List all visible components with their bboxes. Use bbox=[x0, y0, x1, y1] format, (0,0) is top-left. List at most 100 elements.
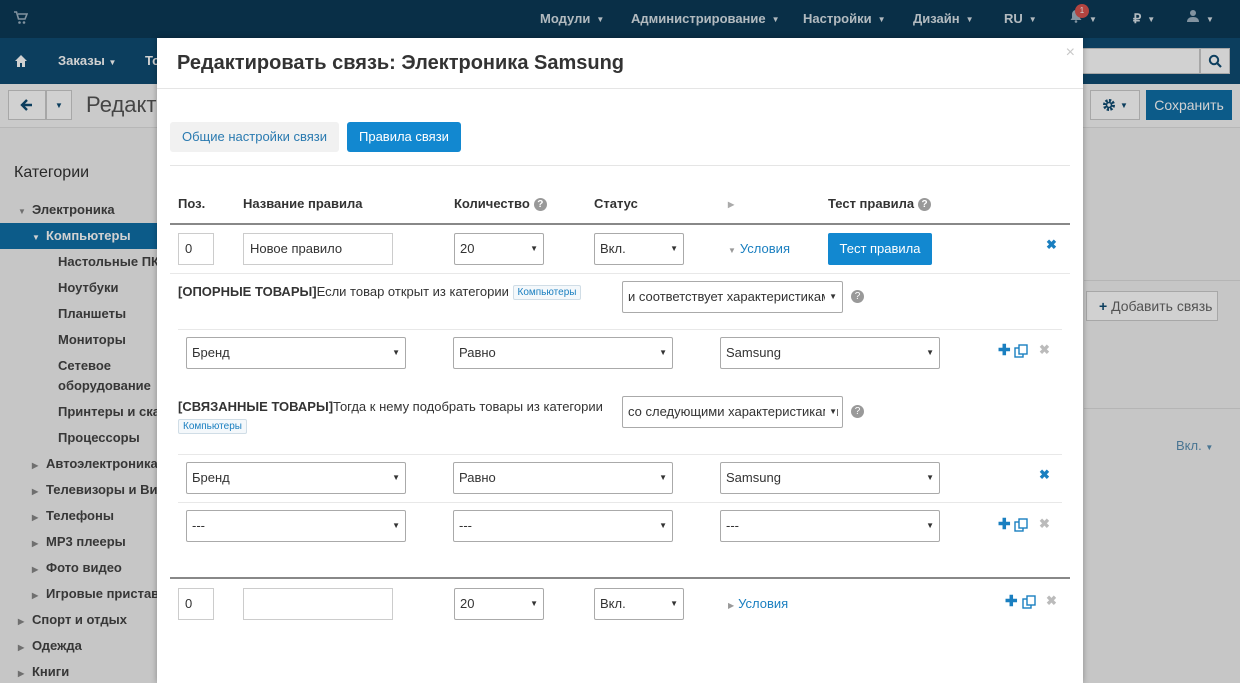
related-mode-select[interactable]: со следующими характеристиками ▼ bbox=[622, 396, 843, 428]
related-category-wrap: Компьютеры bbox=[178, 418, 247, 435]
rule-position-input[interactable]: 0 bbox=[178, 588, 214, 620]
copy-icon[interactable] bbox=[1014, 518, 1028, 535]
select-caret-icon: ▼ bbox=[530, 244, 538, 253]
help-icon[interactable]: ? bbox=[533, 198, 547, 212]
rule-status-select[interactable]: Вкл. ▼ bbox=[594, 233, 684, 265]
category-chip[interactable]: Компьютеры bbox=[512, 285, 582, 301]
plus-icon[interactable]: ✚ bbox=[1005, 592, 1018, 610]
copy-icon[interactable] bbox=[1014, 344, 1028, 361]
conditions-toggle[interactable]: ▼ Условия bbox=[728, 241, 790, 256]
column-quantity: Количество? bbox=[454, 196, 547, 212]
divider bbox=[157, 88, 1083, 89]
base-attribute-value: Бренд bbox=[192, 345, 230, 360]
divider bbox=[178, 502, 1062, 503]
tab-general-settings[interactable]: Общие настройки связи bbox=[170, 122, 340, 152]
related-value-select[interactable]: Samsung ▼ bbox=[720, 462, 940, 494]
caret-right-icon: ▶ bbox=[728, 601, 735, 610]
related-value-value: Samsung bbox=[726, 470, 781, 485]
base-goods-title: [ОПОРНЫЕ ТОВАРЫ] bbox=[178, 284, 317, 299]
divider bbox=[178, 329, 1062, 330]
delete-condition-icon[interactable]: ✖ bbox=[1039, 467, 1050, 483]
column-quantity-label: Количество bbox=[454, 196, 530, 211]
select-caret-icon: ▼ bbox=[392, 348, 400, 357]
divider bbox=[170, 273, 1070, 274]
conditions-label: Условия bbox=[739, 241, 790, 256]
modal-title: Редактировать связь: Электроника Samsung bbox=[177, 52, 625, 74]
related-attribute-value: Бренд bbox=[192, 470, 230, 485]
select-caret-icon: ▼ bbox=[670, 599, 678, 608]
related-mode-value: со следующими характеристиками bbox=[628, 404, 839, 419]
divider bbox=[170, 223, 1070, 225]
base-value-value: Samsung bbox=[726, 345, 781, 360]
select-caret-icon: ▼ bbox=[825, 397, 837, 427]
select-caret-icon: ▼ bbox=[659, 521, 667, 530]
base-attribute-select[interactable]: Бренд ▼ bbox=[186, 337, 406, 369]
base-goods-text: Если товар открыт из категории bbox=[316, 284, 509, 299]
related-attribute-value: --- bbox=[192, 518, 205, 533]
divider bbox=[178, 454, 1062, 455]
close-icon[interactable]: × bbox=[1066, 44, 1075, 62]
select-caret-icon: ▼ bbox=[659, 473, 667, 482]
help-icon[interactable]: ? bbox=[851, 405, 864, 418]
caret-down-icon: ▼ bbox=[728, 246, 736, 255]
base-goods-label: [ОПОРНЫЕ ТОВАРЫ]Если товар открыт из кат… bbox=[178, 284, 582, 301]
related-attribute-select[interactable]: Бренд ▼ bbox=[186, 462, 406, 494]
plus-icon[interactable]: ✚ bbox=[998, 341, 1011, 359]
rule-status-value: Вкл. bbox=[600, 596, 626, 611]
rule-quantity-value: 20 bbox=[460, 596, 475, 611]
base-operator-select[interactable]: Равно ▼ bbox=[453, 337, 673, 369]
column-rule-name: Название правила bbox=[243, 196, 363, 211]
select-caret-icon: ▼ bbox=[670, 244, 678, 253]
related-value-select-empty[interactable]: --- ▼ bbox=[720, 510, 940, 542]
rule-status-select[interactable]: Вкл. ▼ bbox=[594, 588, 684, 620]
column-test-rule-label: Тест правила bbox=[828, 196, 915, 211]
caret-right-icon[interactable]: ▶ bbox=[728, 200, 734, 209]
base-mode-value: и соответствует характеристикам bbox=[628, 289, 831, 304]
related-operator-value: --- bbox=[459, 518, 472, 533]
base-mode-select[interactable]: и соответствует характеристикам ▼ bbox=[622, 281, 843, 313]
column-position: Поз. bbox=[178, 196, 206, 211]
help-icon[interactable]: ? bbox=[851, 290, 864, 303]
delete-condition-icon[interactable]: ✖ bbox=[1039, 342, 1050, 358]
delete-rule-icon[interactable]: ✖ bbox=[1046, 593, 1057, 609]
select-caret-icon: ▼ bbox=[926, 348, 934, 357]
select-caret-icon: ▼ bbox=[530, 599, 538, 608]
category-chip[interactable]: Компьютеры bbox=[178, 419, 247, 435]
column-test-rule: Тест правила? bbox=[828, 196, 932, 212]
edit-link-modal: Редактировать связь: Электроника Samsung… bbox=[157, 38, 1083, 683]
select-caret-icon: ▼ bbox=[392, 521, 400, 530]
plus-icon[interactable]: ✚ bbox=[998, 515, 1011, 533]
related-operator-select-empty[interactable]: --- ▼ bbox=[453, 510, 673, 542]
select-caret-icon: ▼ bbox=[926, 521, 934, 530]
base-value-select[interactable]: Samsung ▼ bbox=[720, 337, 940, 369]
rule-quantity-value: 20 bbox=[460, 241, 475, 256]
column-status: Статус bbox=[594, 196, 638, 211]
rule-name-input[interactable]: Новое правило bbox=[243, 233, 393, 265]
copy-icon[interactable] bbox=[1022, 595, 1036, 612]
select-caret-icon: ▼ bbox=[392, 473, 400, 482]
rule-position-input[interactable]: 0 bbox=[178, 233, 214, 265]
divider bbox=[170, 165, 1070, 166]
rule-name-input[interactable] bbox=[243, 588, 393, 620]
related-operator-value: Равно bbox=[459, 470, 496, 485]
divider bbox=[170, 577, 1070, 579]
select-caret-icon: ▼ bbox=[659, 348, 667, 357]
rule-status-value: Вкл. bbox=[600, 241, 626, 256]
related-operator-select[interactable]: Равно ▼ bbox=[453, 462, 673, 494]
delete-rule-icon[interactable]: ✖ bbox=[1046, 237, 1057, 253]
related-goods-text: Тогда к нему подобрать товары из категор… bbox=[333, 399, 603, 414]
related-attribute-select-empty[interactable]: --- ▼ bbox=[186, 510, 406, 542]
related-goods-label: [СВЯЗАННЫЕ ТОВАРЫ]Тогда к нему подобрать… bbox=[178, 399, 603, 414]
base-operator-value: Равно bbox=[459, 345, 496, 360]
delete-condition-icon[interactable]: ✖ bbox=[1039, 516, 1050, 532]
rule-quantity-select[interactable]: 20 ▼ bbox=[454, 233, 544, 265]
related-value-value: --- bbox=[726, 518, 739, 533]
related-goods-title: [СВЯЗАННЫЕ ТОВАРЫ] bbox=[178, 399, 334, 414]
help-icon[interactable]: ? bbox=[918, 198, 932, 212]
test-rule-button[interactable]: Тест правила bbox=[828, 233, 932, 265]
tab-link-rules[interactable]: Правила связи bbox=[347, 122, 461, 152]
rule-quantity-select[interactable]: 20 ▼ bbox=[454, 588, 544, 620]
select-caret-icon: ▼ bbox=[926, 473, 934, 482]
conditions-label: Условия bbox=[738, 596, 789, 611]
conditions-toggle[interactable]: ▶ Условия bbox=[728, 596, 788, 611]
